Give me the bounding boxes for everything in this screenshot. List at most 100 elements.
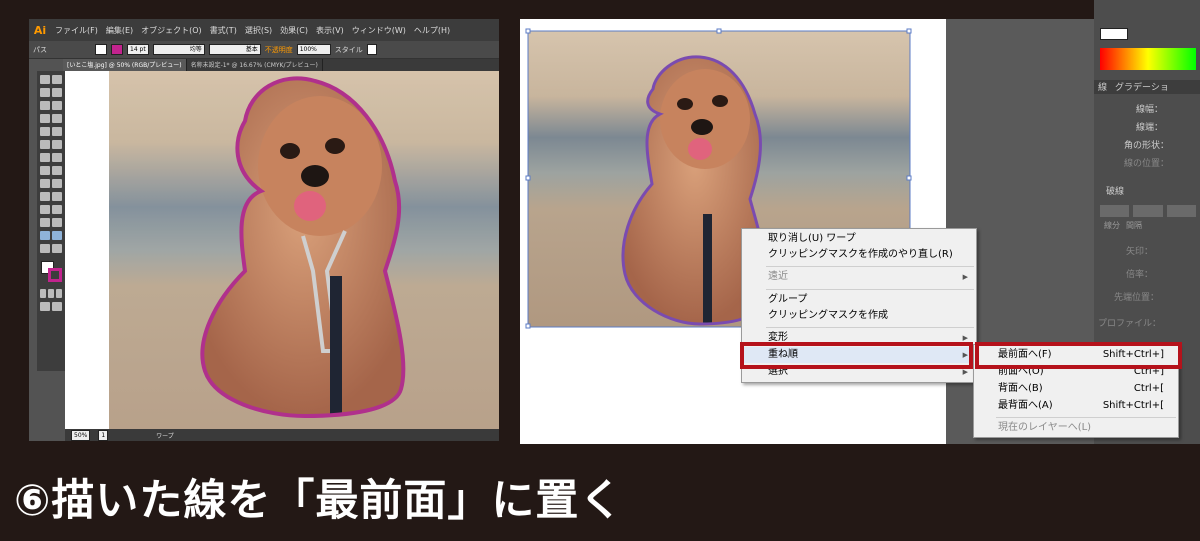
menu-help[interactable]: ヘルプ(H) [410,25,454,36]
artboard-tool-icon[interactable] [40,231,50,240]
zoom-tool-icon[interactable] [52,244,62,253]
artboard-navigation[interactable]: 1 [98,429,109,441]
scale-tool-icon[interactable] [52,153,62,162]
mesh-tool-icon[interactable] [40,192,50,201]
opacity-field[interactable]: 100% [296,44,331,55]
step-caption: ⑥描いた線を「最前面」に置く [14,476,624,526]
dash-labels: 線分 間隔 [1094,220,1200,234]
screen-mode-icon[interactable] [52,302,62,311]
slice-tool-icon[interactable] [52,231,62,240]
eraser-tool-icon[interactable] [52,140,62,149]
selection-label: パス [33,45,47,54]
tab-document-1[interactable]: [いとこ塩.jpg] @ 50% (RGB/プレビュー) [63,59,187,71]
menu-object[interactable]: オブジェクト(O) [137,25,206,36]
pencil-tool-icon[interactable] [52,127,62,136]
paintbrush-tool-icon[interactable] [40,127,50,136]
free-transform-tool-icon[interactable] [52,166,62,175]
tab-gradient[interactable]: グラデーショ [1115,80,1169,94]
zoom-field[interactable]: 50% [71,429,91,441]
line-tool-icon[interactable] [40,114,50,123]
dash-label: 線分 [1104,221,1120,230]
status-bar: 50% 1 ワープ [65,429,499,441]
ctx-redo-label: クリッピングマスクを作成のやり直し(R) [768,249,953,260]
ctx-separator [766,327,974,328]
symbol-sprayer-tool-icon[interactable] [40,218,50,227]
menu-bar: Ai ファイル(F) 編集(E) オブジェクト(O) 書式(T) 選択(S) 効… [29,19,499,41]
sub-send-to-back[interactable]: 最背面へ(A) Shift+Ctrl+[ [974,398,1178,414]
fill-swatch[interactable] [95,44,107,55]
draw-mode-icon[interactable] [40,302,50,311]
ctx-perspective: 遠近 ▶ [742,269,976,285]
ctx-make-clipping-mask[interactable]: クリッピングマスクを作成 [742,308,976,324]
magic-wand-tool-icon[interactable] [40,88,50,97]
menu-type[interactable]: 書式(T) [206,25,241,36]
pen-tool-icon[interactable] [40,101,50,110]
menu-effect[interactable]: 効果(C) [276,25,312,36]
color-swatch-icon[interactable] [1100,28,1128,40]
ctx-group[interactable]: グループ [742,292,976,308]
highlight-arrange-box [740,342,973,369]
sub-send-backward[interactable]: 背面へ(B) Ctrl+[ [974,381,1178,397]
gap-field[interactable] [1133,205,1163,217]
graph-tool-icon[interactable] [52,218,62,227]
shape-builder-tool-icon[interactable] [40,179,50,188]
tab-stroke[interactable]: 線 [1098,80,1107,94]
gradient-tool-icon[interactable] [52,192,62,201]
ctx-redo-clipping-mask[interactable]: クリッピングマスクを作成のやり直し(R) [742,247,976,263]
stroke-color-icon[interactable] [48,268,62,282]
align-stroke-row[interactable]: 線の位置： [1094,156,1200,170]
tab-document-2[interactable]: 名称未設定-1* @ 16.67% (CMYK/プレビュー) [187,59,323,71]
stroke-weight-row[interactable]: 線幅： [1094,102,1200,116]
color-spectrum[interactable] [1100,48,1196,70]
stroke-weight-field[interactable]: 14 pt [127,44,149,55]
dash-fields [1100,205,1196,217]
dog-photo-image [109,71,499,429]
direct-selection-tool-icon[interactable] [52,75,62,84]
brush-definition[interactable]: 基本 [208,44,261,55]
lasso-tool-icon[interactable] [52,88,62,97]
gap-label: 間隔 [1126,221,1142,230]
none-mode-icon[interactable] [56,289,62,298]
menu-window[interactable]: ウィンドウ(W) [348,25,410,36]
blend-tool-icon[interactable] [52,205,62,214]
cap-row[interactable]: 線端： [1094,120,1200,134]
selection-tool-icon[interactable] [40,75,50,84]
profile-row[interactable]: プロファイル： [1094,316,1200,330]
opacity-label[interactable]: 不透明度 [265,45,293,55]
ctx-perspective-label: 遠近 [768,271,788,282]
current-tool-label: ワープ [156,432,174,440]
perspective-grid-tool-icon[interactable] [52,179,62,188]
align-row[interactable]: 先端位置： [1094,290,1200,304]
artboard-canvas[interactable] [65,71,499,429]
type-tool-icon[interactable] [52,101,62,110]
scale-row[interactable]: 倍率： [1094,267,1200,281]
sub-send-to-back-label: 最背面へ(A) [998,400,1053,411]
variable-width-profile[interactable]: 均等 [152,44,205,55]
sub-current-layer-label: 現在のレイヤーへ(L) [998,422,1092,433]
hand-tool-icon[interactable] [40,244,50,253]
menu-select[interactable]: 選択(S) [241,25,276,36]
rectangle-tool-icon[interactable] [52,114,62,123]
eyedropper-tool-icon[interactable] [40,205,50,214]
ctx-undo-label: 取り消し(U) ワープ [768,233,856,244]
rotate-tool-icon[interactable] [40,153,50,162]
warp-tool-icon[interactable] [40,166,50,175]
menu-file[interactable]: ファイル(F) [51,25,102,36]
ctx-undo-warp[interactable]: 取り消し(U) ワープ [742,231,976,247]
document-tabs: [いとこ塩.jpg] @ 50% (RGB/プレビュー) 名称未設定-1* @ … [63,59,499,71]
ctx-group-label: グループ [768,294,808,305]
dash-field-2[interactable] [1166,205,1196,217]
menu-view[interactable]: 表示(V) [312,25,348,36]
arrowheads-row[interactable]: 矢印： [1094,244,1200,258]
gradient-mode-icon[interactable] [48,289,54,298]
corner-row[interactable]: 角の形状： [1094,138,1200,152]
ctx-separator [766,289,974,290]
dashed-line-row[interactable]: 破線 [1094,184,1200,198]
stroke-swatch[interactable] [111,44,123,55]
color-mode-icon[interactable] [40,289,46,298]
blob-brush-tool-icon[interactable] [40,140,50,149]
menu-edit[interactable]: 編集(E) [102,25,137,36]
dash-field[interactable] [1100,205,1130,217]
style-swatch[interactable] [366,44,377,55]
highlight-bring-to-front-box [975,342,1182,369]
